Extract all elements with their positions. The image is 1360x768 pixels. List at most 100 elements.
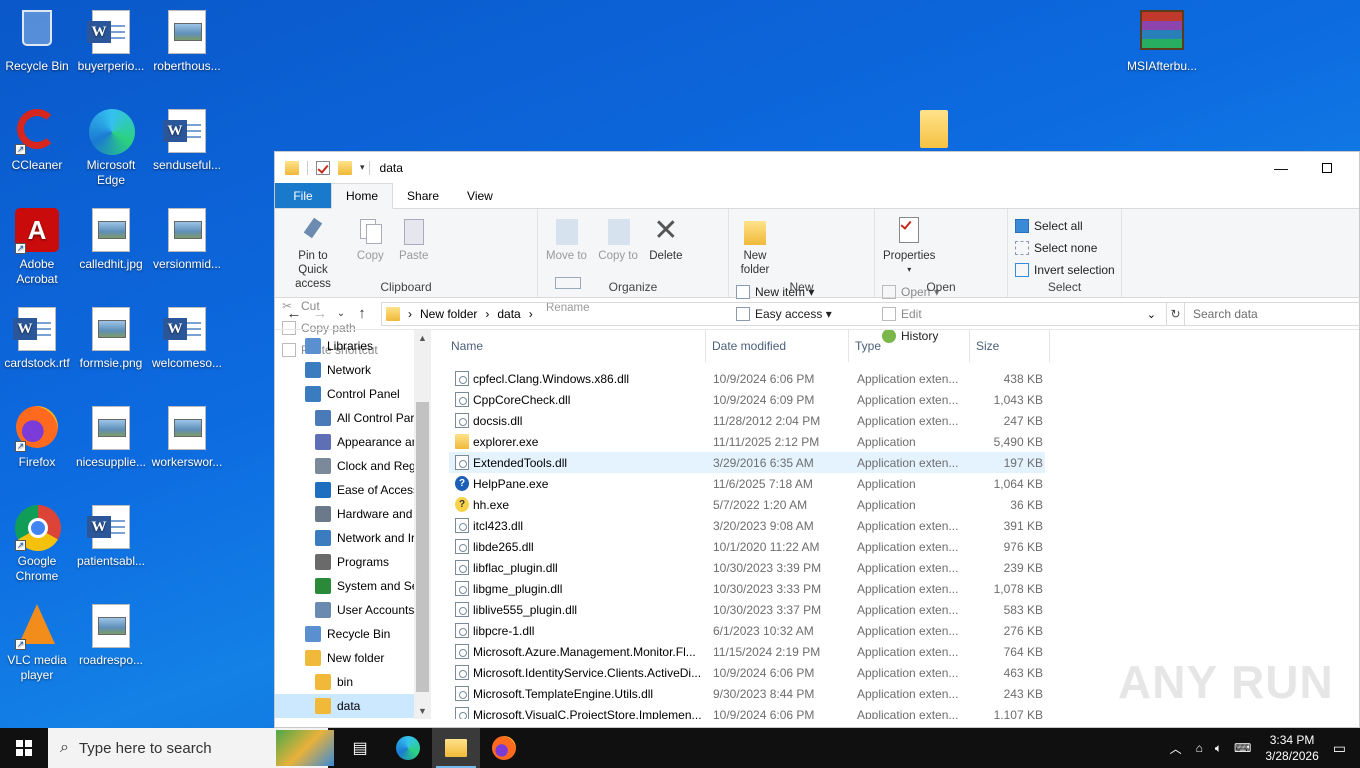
file-row[interactable]: Microsoft.VisualC.ProjectStore.Implemen.… bbox=[449, 704, 1045, 719]
taskbar-edge[interactable] bbox=[384, 728, 432, 768]
up-button[interactable]: ↑ bbox=[349, 305, 375, 322]
desktop-icon-cardstock[interactable]: W cardstock.rtf bbox=[0, 303, 74, 371]
select-all-button[interactable]: Select all bbox=[1012, 215, 1118, 237]
desktop-icon-buyerperio[interactable]: W buyerperio... bbox=[74, 6, 148, 74]
desktop-icon-roberthous[interactable]: roberthous... bbox=[150, 6, 224, 74]
file-row[interactable]: explorer.exe 11/11/2025 2:12 PM Applicatio… bbox=[449, 431, 1045, 452]
copy-to-button[interactable]: Copy to bbox=[594, 213, 642, 265]
nav-item[interactable]: Network bbox=[275, 358, 431, 382]
customize-toolbar-chevron-icon[interactable]: ▾ bbox=[360, 162, 365, 173]
taskbar-file-explorer[interactable] bbox=[432, 728, 480, 768]
desktop-folder-icon[interactable] bbox=[920, 110, 948, 148]
select-none-button[interactable]: Select none bbox=[1012, 237, 1118, 259]
desktop-icon-welcomeso[interactable]: W welcomeso... bbox=[150, 303, 224, 371]
network-icon[interactable]: ⌂ bbox=[1196, 741, 1203, 755]
desktop-icon-calledhit[interactable]: calledhit.jpg bbox=[74, 204, 148, 272]
tab-file[interactable]: File bbox=[275, 183, 331, 208]
tab-share[interactable]: Share bbox=[393, 183, 453, 208]
nav-item[interactable]: Hardware and bbox=[275, 502, 431, 526]
show-hidden-icons-chevron-icon[interactable]: ︿ bbox=[1170, 740, 1182, 757]
desktop-icon-formsie[interactable]: formsie.png bbox=[74, 303, 148, 371]
navigation-scrollbar[interactable]: ▲ ▼ bbox=[414, 330, 431, 719]
desktop-icon-ccleaner[interactable]: ↗ CCleaner bbox=[0, 105, 74, 173]
taskbar-search-box[interactable]: ⌕ Type here to search bbox=[48, 728, 334, 768]
nav-item[interactable]: System and Sec bbox=[275, 574, 431, 598]
file-row[interactable]: libgme_plugin.dll 10/30/2023 3:33 PM Appli… bbox=[449, 578, 1045, 599]
address-dropdown-icon[interactable]: ⌄ bbox=[1147, 308, 1156, 321]
nav-item[interactable]: New folder bbox=[275, 646, 431, 670]
tab-home[interactable]: Home bbox=[331, 183, 394, 209]
file-row[interactable]: Microsoft.TemplateEngine.Utils.dll 9/30/2… bbox=[449, 683, 1045, 704]
forward-button[interactable]: → bbox=[307, 305, 333, 322]
breadcrumb-new-folder[interactable]: New folder bbox=[420, 307, 477, 321]
breadcrumb-data[interactable]: data bbox=[497, 307, 520, 321]
new-folder-button[interactable]: New folder bbox=[733, 213, 777, 279]
file-row[interactable]: libpcre-1.dll 6/1/2023 10:32 AM Applicatio… bbox=[449, 620, 1045, 641]
nav-item[interactable]: Network and Ir bbox=[275, 526, 431, 550]
invert-selection-button[interactable]: Invert selection bbox=[1012, 259, 1118, 281]
minimize-button[interactable]: — bbox=[1258, 152, 1304, 183]
clock[interactable]: 3:34 PM 3/28/2026 bbox=[1265, 732, 1318, 764]
file-row[interactable]: Microsoft.Azure.Management.Monitor.Fl...… bbox=[449, 641, 1045, 662]
desktop-icon-adobe-acrobat[interactable]: A ↗ Adobe Acrobat bbox=[0, 204, 74, 287]
desktop-icon-nicesupplie[interactable]: nicesupplie... bbox=[74, 402, 148, 470]
desktop-icon-patientsabl[interactable]: W patientsabl... bbox=[74, 501, 148, 569]
properties-quick-icon[interactable] bbox=[316, 160, 330, 175]
desktop-icon-microsoft-edge[interactable]: Microsoft Edge bbox=[74, 105, 148, 188]
properties-button[interactable]: Properties ▾ bbox=[879, 213, 939, 279]
column-header-date[interactable]: Date modified bbox=[706, 330, 849, 362]
scroll-up-icon[interactable]: ▲ bbox=[414, 330, 431, 346]
nav-item[interactable]: All Control Par bbox=[275, 406, 431, 430]
column-header-size[interactable]: Size bbox=[970, 330, 1050, 362]
file-row[interactable]: CppCoreCheck.dll 10/9/2024 6:09 PM Applica… bbox=[449, 389, 1045, 410]
volume-icon[interactable]: 🔈︎ bbox=[1215, 741, 1222, 756]
desktop-icon-workerswor[interactable]: workerswor... bbox=[150, 402, 224, 470]
tab-view[interactable]: View bbox=[453, 183, 507, 208]
desktop-icon-versionmid[interactable]: versionmid... bbox=[150, 204, 224, 272]
desktop-icon-msiafterburner[interactable]: MSIAfterbu... bbox=[1125, 6, 1199, 74]
nav-item[interactable]: Appearance an bbox=[275, 430, 431, 454]
file-row[interactable]: ExtendedTools.dll 3/29/2016 6:35 AM Applic… bbox=[449, 452, 1045, 473]
desktop-icon-google-chrome[interactable]: ↗ Google Chrome bbox=[0, 501, 74, 584]
desktop-icon-vlc[interactable]: ↗ VLC media player bbox=[0, 600, 74, 683]
desktop-icon-roadrespo[interactable]: roadrespo... bbox=[74, 600, 148, 668]
delete-button[interactable]: ✕ Delete bbox=[645, 213, 686, 265]
input-indicator-icon[interactable]: ⌨︎ bbox=[1234, 741, 1251, 755]
nav-item[interactable]: Clock and Regi bbox=[275, 454, 431, 478]
title-bar[interactable]: ▾ data — bbox=[275, 152, 1359, 183]
notifications-icon[interactable]: ▭ bbox=[1333, 740, 1346, 757]
desktop-icon-firefox[interactable]: ↗ Firefox bbox=[0, 402, 74, 470]
nav-item[interactable]: bin bbox=[275, 670, 431, 694]
start-button[interactable] bbox=[0, 728, 48, 768]
file-row[interactable]: docsis.dll 11/28/2012 2:04 PM Application … bbox=[449, 410, 1045, 431]
file-row[interactable]: libflac_plugin.dll 10/30/2023 3:39 PM Appl… bbox=[449, 557, 1045, 578]
address-bar[interactable]: › New folder › data › ⌄ bbox=[381, 302, 1167, 326]
copy-button[interactable]: Copy bbox=[350, 213, 390, 265]
paste-button[interactable]: Paste bbox=[394, 213, 434, 265]
scrollbar-thumb[interactable] bbox=[416, 402, 429, 692]
file-row[interactable]: cpfecl.Clang.Windows.x86.dll 10/9/2024 6:… bbox=[449, 368, 1045, 389]
maximize-button[interactable] bbox=[1304, 152, 1350, 183]
nav-item[interactable]: Libraries bbox=[275, 334, 431, 358]
desktop-icon-senduseful[interactable]: W senduseful... bbox=[150, 105, 224, 173]
file-row[interactable]: ? HelpPane.exe 11/6/2025 7:18 AM Applicatio… bbox=[449, 473, 1045, 494]
column-header-type[interactable]: Type bbox=[849, 330, 970, 362]
nav-item[interactable]: Control Panel bbox=[275, 382, 431, 406]
file-row[interactable]: Microsoft.IdentityService.Clients.Active… bbox=[449, 662, 1045, 683]
nav-item[interactable]: Ease of Access bbox=[275, 478, 431, 502]
file-row[interactable]: itcl423.dll 3/20/2023 9:08 AM Application … bbox=[449, 515, 1045, 536]
new-folder-quick-icon[interactable] bbox=[338, 160, 352, 175]
search-input[interactable]: Search data bbox=[1184, 302, 1360, 326]
scroll-down-icon[interactable]: ▼ bbox=[414, 703, 431, 719]
nav-item[interactable]: Programs bbox=[275, 550, 431, 574]
back-button[interactable]: ← bbox=[281, 305, 307, 322]
refresh-button[interactable]: ↻ bbox=[1167, 302, 1185, 326]
recent-locations-button[interactable]: ⌄ bbox=[333, 308, 349, 319]
desktop-icon-recycle-bin[interactable]: Recycle Bin bbox=[0, 6, 74, 74]
nav-item[interactable]: Recycle Bin bbox=[275, 622, 431, 646]
move-to-button[interactable]: Move to bbox=[542, 213, 591, 265]
file-row[interactable]: ? hh.exe 5/7/2022 1:20 AM Application 36 KB bbox=[449, 494, 1045, 515]
task-view-button[interactable]: ▤ bbox=[336, 728, 384, 768]
file-row[interactable]: libde265.dll 10/1/2020 11:22 AM Applicatio… bbox=[449, 536, 1045, 557]
file-row[interactable]: liblive555_plugin.dll 10/30/2023 3:37 PM A… bbox=[449, 599, 1045, 620]
